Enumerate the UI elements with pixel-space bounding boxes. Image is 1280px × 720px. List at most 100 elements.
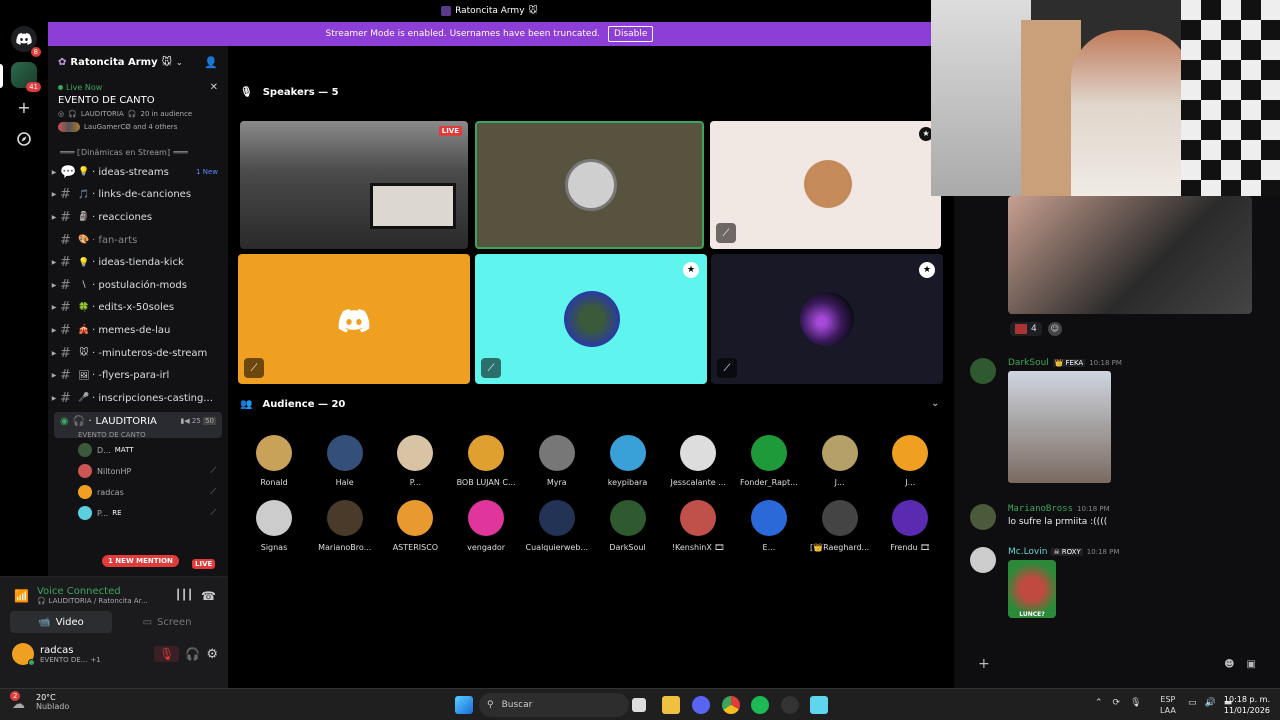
channel-name: · ideas-streams (92, 167, 196, 178)
notepad-icon[interactable] (810, 696, 828, 714)
message-sticker[interactable]: LUNCE? (1008, 560, 1056, 618)
audience-member[interactable]: P... (381, 435, 449, 487)
emoji-icon[interactable]: ☻ (1224, 659, 1234, 670)
channel-item[interactable]: ▶ # 🎵 · links-de-canciones (48, 184, 228, 207)
video-button[interactable]: 📹 Video (10, 611, 112, 633)
obs-icon[interactable] (781, 696, 799, 714)
discord-app-icon[interactable] (692, 696, 710, 714)
mic-tray-icon[interactable]: 🎙 (1130, 698, 1141, 708)
volume-icon[interactable]: 🔊 (1205, 698, 1216, 708)
add-server-icon[interactable]: + (11, 94, 37, 120)
audience-member[interactable]: Myra (523, 435, 591, 487)
audience-member[interactable]: !KenshinX 🎞 (664, 500, 732, 552)
channel-item[interactable]: ▶ # 🗿 · reacciones (48, 206, 228, 229)
audience-member[interactable]: BOB LUJAN C... (452, 435, 520, 487)
reaction-chip[interactable]: 4 (1010, 322, 1042, 336)
speaker-tile-active[interactable] (475, 121, 704, 249)
audience-member[interactable]: J... (876, 435, 944, 487)
file-explorer-icon[interactable] (662, 696, 680, 714)
settings-gear-icon[interactable]: ⚙ (206, 647, 218, 662)
audience-member[interactable]: keypibara (594, 435, 662, 487)
live-event-card[interactable]: Live Now ✕ EVENTO DE CANTO ◎ 🎧 LAUDITORI… (48, 78, 228, 136)
audience-member[interactable]: Cualquierweb... (523, 500, 591, 552)
channel-item[interactable]: ▶ # 💡 · ideas-tienda-kick (48, 251, 228, 274)
audience-count: 20 in audience (140, 110, 193, 118)
mic-muted-icon[interactable]: 🎙 (154, 646, 180, 662)
message-author[interactable]: DarkSoul (1008, 358, 1049, 368)
audience-member[interactable]: Hale (311, 435, 379, 487)
message-author[interactable]: Mc.Lovin (1008, 547, 1047, 557)
channel-item[interactable]: ▶ # 🎪 · memes-de-lau (48, 319, 228, 342)
spotify-icon[interactable] (751, 696, 769, 714)
channel-label: edits-x-50soles (98, 302, 175, 314)
language-indicator[interactable]: ESP LAA (1160, 694, 1176, 716)
weather-widget[interactable]: ☁ 2 20°C Nublado (10, 691, 69, 712)
audience-member[interactable]: DarkSoul (594, 500, 662, 552)
chat-input-bar[interactable]: + ☻ ▣ (966, 644, 1268, 684)
category-header[interactable]: ═══ ⟦Dinámicas en Stream⟧ ═══ (48, 136, 228, 161)
audience-member[interactable]: Ronald (240, 435, 308, 487)
network-icon[interactable]: ▭ (1188, 698, 1197, 708)
add-member-icon[interactable]: 👤 (204, 56, 218, 69)
task-view-icon[interactable] (632, 698, 646, 712)
channel-item[interactable]: ▶ # \ · postulación-mods (48, 274, 228, 297)
audience-member[interactable]: MarianoBro... (311, 500, 379, 552)
server-ratoncita-icon[interactable]: 41 (11, 62, 41, 92)
disconnect-icon[interactable]: ☎ (201, 589, 216, 603)
audience-member[interactable]: Fonder_Rapt... (735, 435, 803, 487)
close-icon[interactable]: ✕ (210, 82, 218, 93)
clock[interactable]: 10:18 p. m. 11/01/2026 (1222, 694, 1270, 716)
hashtag-icon: # (60, 345, 71, 361)
audience-member[interactable]: Frendu 🎞 (876, 500, 944, 552)
speaker-tile-dog[interactable]: ★ ⟋ (710, 121, 941, 249)
voice-user[interactable]: D... MATT (48, 440, 228, 461)
voice-user[interactable]: radcas ⟋ (48, 482, 228, 503)
channel-item[interactable]: ▶ # 🐭 · -minuteros-de-stream (48, 342, 228, 365)
channel-item[interactable]: ▶ 💬 💡 · ideas-streams 1 New (48, 161, 228, 184)
voice-user[interactable]: NiltonHP ⟋ (48, 461, 228, 482)
channel-item[interactable]: ▶ # 🍀 · edits-x-50soles (48, 297, 228, 320)
audience-member[interactable]: J... (806, 435, 874, 487)
message-author[interactable]: MarianoBross (1008, 504, 1073, 514)
message-avatar[interactable] (970, 504, 996, 530)
stage-channel[interactable]: ◉ 🎧 · LAUDITORIA ▮◀ 25 50 EVENTO DE CANT… (54, 411, 222, 439)
audience-member[interactable]: Jesscalante ... (664, 435, 732, 487)
channel-item[interactable]: # 🎨 · fan-arts (48, 229, 228, 252)
speaker-tile-default[interactable]: ⟋ (238, 254, 470, 384)
user-avatar[interactable] (12, 643, 35, 666)
collapse-chevron-icon[interactable]: ⌄ (931, 398, 939, 409)
gif-icon[interactable]: ▣ (1247, 659, 1256, 670)
new-mention-pill[interactable]: 1 NEW MENTION (102, 555, 179, 567)
speaker-tile-dark[interactable]: ★ ⟋ (711, 254, 943, 384)
audience-member[interactable]: E... (735, 500, 803, 552)
message-avatar[interactable] (970, 358, 996, 384)
voice-user[interactable]: P... RE ⟋ (48, 503, 228, 524)
disable-streamer-mode-button[interactable]: Disable (608, 26, 654, 42)
sync-icon[interactable]: ⟳ (1113, 698, 1121, 708)
taskbar-search[interactable]: ⚲ Buscar (479, 693, 629, 717)
stream-clip-image[interactable] (1008, 196, 1252, 314)
chrome-icon[interactable] (722, 696, 740, 714)
audience-member[interactable]: vengador (452, 500, 520, 552)
add-attachment-icon[interactable]: + (978, 656, 990, 672)
audience-member[interactable]: ASTERISCO (381, 500, 449, 552)
channel-item[interactable]: ▶ # 🎤 · inscripciones-casting... (48, 387, 228, 410)
screen-button[interactable]: ▭ Screen (116, 611, 218, 633)
add-reaction-icon[interactable]: ☺ (1047, 322, 1062, 336)
speaker-tile-stream[interactable]: LIVE (240, 121, 468, 249)
chevron-up-icon[interactable]: ⌃ (1095, 698, 1103, 708)
message-image[interactable] (1008, 371, 1111, 483)
audience-member[interactable]: Signas (240, 500, 308, 552)
speaker-tile-teal[interactable]: ★ ⟋ (475, 254, 707, 384)
discord-home-icon[interactable]: 8 (11, 26, 41, 57)
audience-member[interactable]: [👑Raeghard... (806, 500, 874, 552)
channel-emoji: 🍀 (78, 302, 90, 313)
noise-suppression-icon[interactable]: ┃┃┃ (175, 590, 193, 601)
windows-start-icon[interactable] (455, 696, 473, 714)
message-avatar[interactable] (970, 547, 996, 573)
explore-icon[interactable] (11, 126, 37, 152)
channel-emoji: 🎪 (78, 325, 90, 336)
headset-icon[interactable]: 🎧 (185, 647, 200, 661)
channel-item[interactable]: ▶ # 🖼 · -flyers-para-irl (48, 364, 228, 387)
server-header[interactable]: ✿ Ratoncita Army 🐭 ⌄ 👤 (48, 46, 228, 78)
